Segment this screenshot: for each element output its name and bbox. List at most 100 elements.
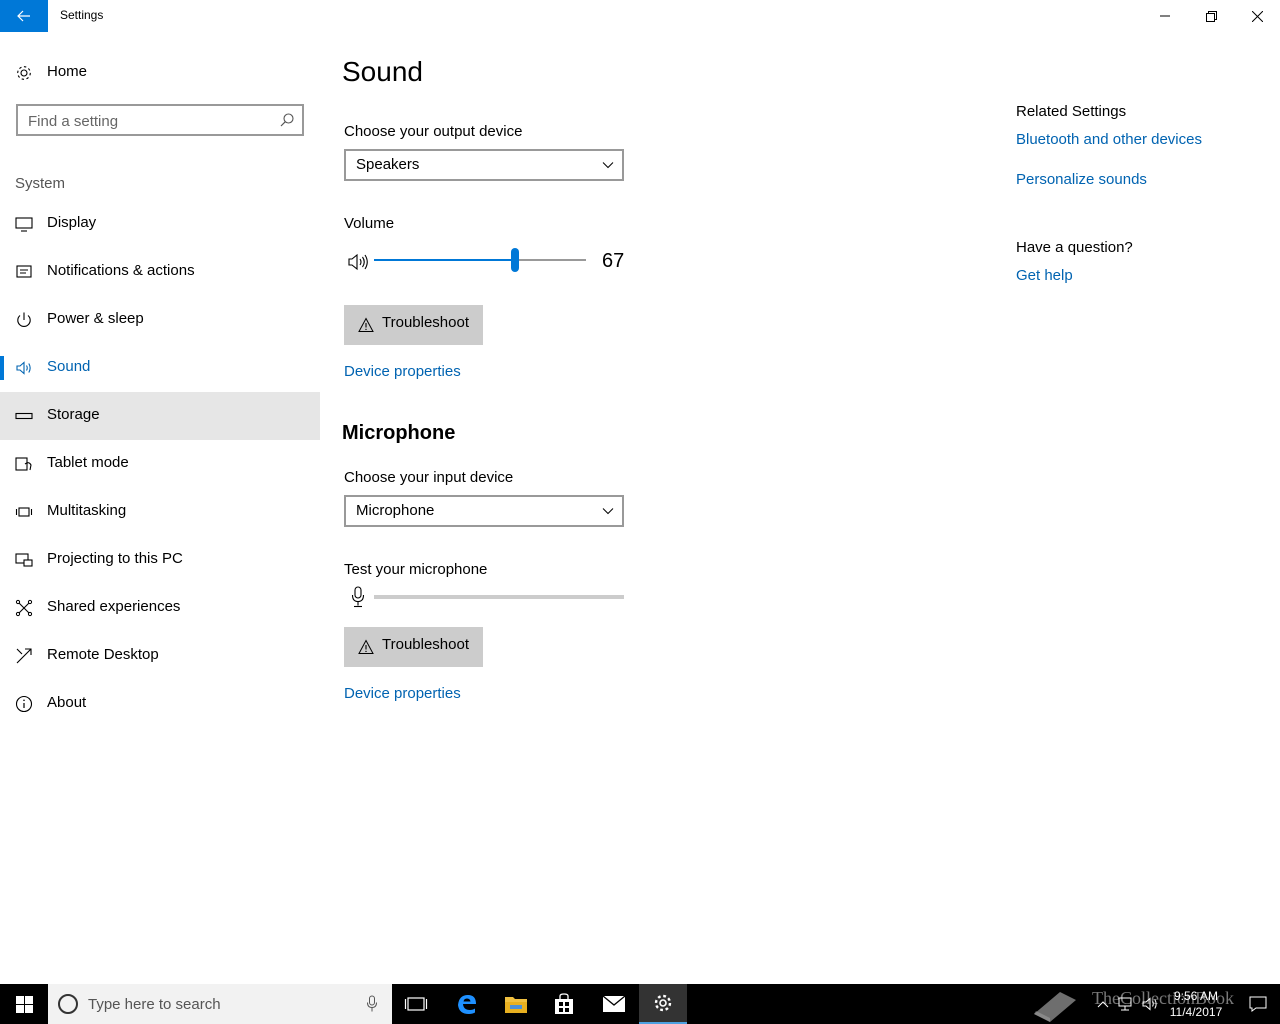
output-device-properties-link[interactable]: Device properties — [344, 363, 461, 380]
cortana-icon — [58, 994, 78, 1014]
sidebar-item-label: Remote Desktop — [47, 646, 159, 663]
sidebar-item-sound[interactable]: Sound — [0, 344, 320, 392]
sidebar-item-tablet-mode[interactable]: Tablet mode — [0, 440, 320, 488]
tablet-mode-icon — [15, 457, 32, 471]
close-button[interactable] — [1234, 0, 1280, 32]
input-device-label: Choose your input device — [344, 469, 514, 486]
input-device-properties-link[interactable]: Device properties — [344, 685, 461, 702]
mail-button[interactable] — [590, 984, 638, 1024]
sidebar-item-label: Home — [47, 63, 88, 80]
get-help-link[interactable]: Get help — [1016, 267, 1073, 284]
volume-value: 67 — [602, 250, 625, 272]
warning-icon — [358, 317, 374, 332]
microphone-level-meter — [374, 595, 624, 599]
projecting-icon — [15, 553, 33, 567]
store-button[interactable] — [540, 984, 588, 1024]
sidebar-item-projecting[interactable]: Projecting to this PC — [0, 536, 320, 584]
microphone-icon[interactable] — [366, 995, 378, 1013]
minimize-button[interactable] — [1142, 0, 1188, 32]
book-watermark-icon — [1034, 992, 1076, 1022]
task-view-icon — [404, 997, 428, 1011]
taskbar: TheCollectionBook 9:56 AM 11/4/2017 — [0, 984, 1280, 1024]
search-icon — [280, 113, 294, 127]
volume-label: Volume — [344, 215, 395, 232]
output-device-label: Choose your output device — [344, 123, 523, 140]
sidebar-item-label: About — [47, 694, 87, 711]
folder-icon — [505, 997, 527, 1013]
storage-icon — [15, 412, 33, 420]
back-button[interactable] — [0, 0, 48, 32]
store-icon — [555, 993, 573, 1014]
sidebar-item-home[interactable]: Home — [0, 56, 320, 88]
mail-icon — [602, 995, 626, 1012]
notifications-icon — [16, 265, 32, 278]
related-settings-heading: Related Settings — [1016, 103, 1127, 120]
action-center-button[interactable] — [1236, 984, 1280, 1024]
volume-slider[interactable] — [374, 248, 586, 272]
taskbar-search-input[interactable] — [88, 994, 348, 1014]
taskbar-clock[interactable]: 9:56 AM 11/4/2017 — [1160, 988, 1232, 1020]
back-arrow-icon — [17, 10, 30, 22]
display-icon — [15, 217, 33, 232]
speaker-icon — [1142, 997, 1157, 1011]
sidebar-item-display[interactable]: Display — [0, 200, 320, 248]
sidebar: Home System Display Notifications & acti… — [0, 32, 320, 984]
sidebar-item-notifications[interactable]: Notifications & actions — [0, 248, 320, 296]
taskbar-search[interactable] — [48, 984, 392, 1024]
bluetooth-devices-link[interactable]: Bluetooth and other devices — [1016, 131, 1202, 148]
volume-tray-button[interactable] — [1140, 984, 1162, 1024]
sidebar-item-label: Tablet mode — [47, 454, 129, 471]
personalize-sounds-link[interactable]: Personalize sounds — [1016, 171, 1147, 188]
settings-taskbar-button[interactable] — [639, 984, 687, 1024]
restore-button[interactable] — [1188, 0, 1234, 32]
sidebar-item-about[interactable]: About — [0, 680, 320, 728]
task-view-button[interactable] — [392, 984, 440, 1024]
page-title: Sound — [342, 56, 423, 87]
sidebar-item-label: Projecting to this PC — [47, 550, 183, 567]
test-microphone-label: Test your microphone — [344, 561, 488, 578]
show-hidden-icons-button[interactable] — [1092, 984, 1114, 1024]
edge-browser-button[interactable] — [443, 984, 491, 1024]
network-tray-button[interactable] — [1116, 984, 1138, 1024]
microphone-icon — [351, 586, 365, 608]
output-device-dropdown[interactable]: Speakers — [344, 149, 624, 181]
clock-time: 9:56 AM — [1173, 989, 1219, 1003]
sidebar-item-label: Display — [47, 214, 97, 231]
sidebar-item-power-sleep[interactable]: Power & sleep — [0, 296, 320, 344]
output-device-value: Speakers — [356, 156, 420, 173]
sidebar-item-label: Shared experiences — [47, 598, 181, 615]
speaker-icon — [16, 361, 31, 375]
troubleshoot-label: Troubleshoot — [382, 314, 469, 331]
remote-desktop-icon — [16, 648, 32, 664]
file-explorer-button[interactable] — [492, 984, 540, 1024]
restore-icon — [1205, 10, 1217, 22]
have-a-question-heading: Have a question? — [1016, 239, 1133, 256]
volume-slider-thumb[interactable] — [511, 248, 519, 272]
minimize-icon — [1160, 15, 1170, 17]
sidebar-item-label: Power & sleep — [47, 310, 144, 327]
clock-date: 11/4/2017 — [1169, 1005, 1223, 1019]
sidebar-item-storage[interactable]: Storage — [0, 392, 320, 440]
warning-icon — [358, 639, 374, 654]
title-bar: Settings — [0, 0, 1280, 32]
info-icon — [15, 695, 33, 713]
chevron-down-icon — [602, 162, 614, 169]
group-label-system: System — [15, 175, 66, 192]
search-input[interactable] — [28, 111, 268, 131]
input-troubleshoot-button[interactable]: Troubleshoot — [344, 627, 483, 667]
close-icon — [1251, 10, 1263, 22]
start-button[interactable] — [0, 984, 48, 1024]
input-device-value: Microphone — [356, 502, 435, 519]
sidebar-item-shared-experiences[interactable]: Shared experiences — [0, 584, 320, 632]
sidebar-item-multitasking[interactable]: Multitasking — [0, 488, 320, 536]
sidebar-item-label: Multitasking — [47, 502, 127, 519]
volume-slider-fill — [374, 259, 515, 261]
edge-icon — [458, 995, 476, 1014]
selection-indicator — [0, 356, 4, 380]
search-field[interactable] — [16, 104, 304, 136]
multitasking-icon — [15, 507, 33, 517]
network-icon — [1118, 997, 1132, 1011]
input-device-dropdown[interactable]: Microphone — [344, 495, 624, 527]
sidebar-item-remote-desktop[interactable]: Remote Desktop — [0, 632, 320, 680]
output-troubleshoot-button[interactable]: Troubleshoot — [344, 305, 483, 345]
